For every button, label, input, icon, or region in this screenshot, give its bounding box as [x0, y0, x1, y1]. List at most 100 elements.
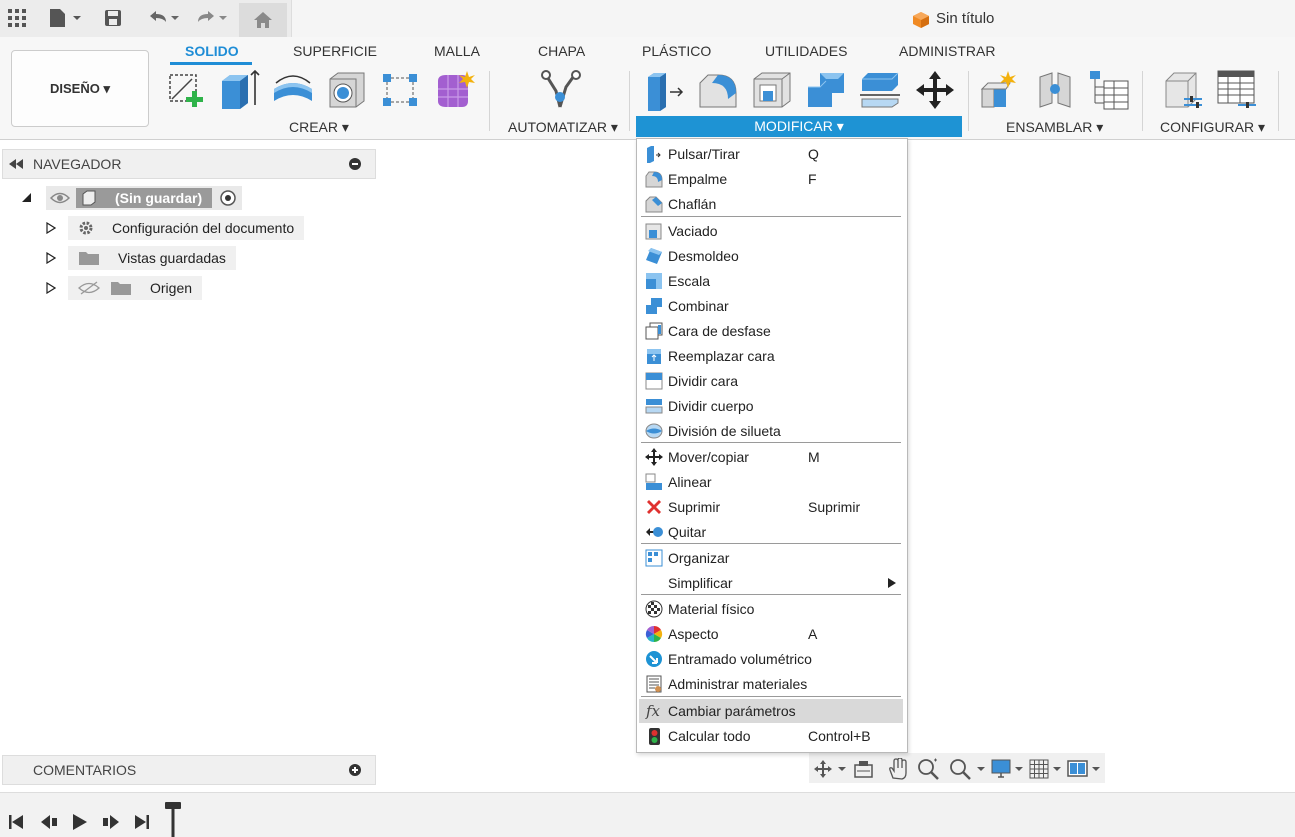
collapsed-triangle-icon[interactable]	[46, 282, 56, 294]
go-to-end-icon[interactable]	[134, 814, 150, 830]
tree-root-row[interactable]: (Sin guardar)	[22, 186, 242, 210]
save-icon[interactable]	[102, 6, 124, 30]
menu-separator	[641, 216, 901, 217]
menu-item-label: Entramado volumétrico	[668, 651, 812, 667]
tab-superficie[interactable]: SUPERFICIE	[293, 43, 377, 59]
workspace-switcher-button[interactable]: DISEÑO ▾	[11, 50, 149, 127]
configuration-table-icon[interactable]	[1216, 69, 1258, 111]
menu-item-arrange[interactable]: Organizar	[639, 546, 903, 570]
tab-solido[interactable]: SOLIDO	[185, 43, 239, 59]
active-radio-icon[interactable]	[218, 188, 238, 208]
assembly-tree-icon[interactable]	[1088, 69, 1130, 111]
menu-item-label: División de silueta	[668, 423, 781, 439]
automate-icon[interactable]	[540, 69, 582, 111]
fillet-tool-icon[interactable]	[698, 69, 740, 111]
menu-item-volumetric-lattice[interactable]: Entramado volumétrico	[639, 647, 903, 671]
go-to-start-icon[interactable]	[8, 814, 24, 830]
menu-item-align[interactable]: Alinear	[639, 470, 903, 494]
pattern-icon[interactable]	[380, 69, 422, 111]
group-configurar-label[interactable]: CONFIGURAR ▾	[1160, 119, 1265, 136]
tab-utilidades[interactable]: UTILIDADES	[765, 43, 847, 59]
menu-item-offset-face[interactable]: Cara de desfase	[639, 319, 903, 343]
extrude-icon[interactable]	[218, 69, 260, 111]
press-pull-tool-icon[interactable]	[644, 69, 686, 111]
menu-item-fx[interactable]: fx Cambiar parámetros	[639, 699, 903, 723]
menu-item-draft[interactable]: Desmoldeo	[639, 244, 903, 268]
file-menu-icon[interactable]	[46, 6, 86, 30]
split-body-tool-icon[interactable]	[860, 69, 902, 111]
menu-item-appearance[interactable]: Aspecto A	[639, 622, 903, 646]
viewports-icon[interactable]	[1067, 758, 1103, 780]
menu-item-move[interactable]: Mover/copiar M	[639, 445, 903, 469]
step-forward-icon[interactable]	[102, 814, 120, 830]
menu-item-remove[interactable]: Quitar	[639, 520, 903, 544]
menu-item-physical-material[interactable]: Material físico	[639, 597, 903, 621]
grid-settings-icon[interactable]	[1029, 758, 1065, 780]
tree-item-document-settings[interactable]: Configuración del documento	[46, 216, 305, 240]
navigator-header[interactable]: NAVEGADOR	[2, 149, 376, 179]
zoom-icon[interactable]	[917, 758, 941, 780]
timeline-marker-icon[interactable]	[164, 801, 182, 837]
collapse-panel-icon[interactable]	[9, 159, 23, 169]
menu-item-scale[interactable]: Escala	[639, 269, 903, 293]
menu-item-shortcut: Q	[808, 146, 819, 162]
play-icon[interactable]	[72, 813, 88, 831]
group-automatizar-label[interactable]: AUTOMATIZAR ▾	[508, 119, 618, 136]
move-tool-icon[interactable]	[914, 69, 956, 111]
menu-item-shortcut: F	[808, 171, 817, 187]
expanded-triangle-icon[interactable]	[22, 193, 32, 203]
tree-item-saved-views[interactable]: Vistas guardadas	[46, 246, 236, 270]
combine-tool-icon[interactable]	[806, 69, 848, 111]
menu-item-combine[interactable]: Combinar	[639, 294, 903, 318]
menu-item-delete[interactable]: Suprimir Suprimir	[639, 495, 903, 519]
document-tab[interactable]	[291, 0, 1295, 37]
undo-icon[interactable]	[144, 6, 184, 30]
visibility-eye-icon[interactable]	[50, 191, 70, 205]
revolve-icon[interactable]	[272, 69, 314, 111]
hidden-eye-icon[interactable]	[78, 280, 100, 296]
fit-zoom-icon[interactable]	[949, 758, 987, 780]
home-tab-icon[interactable]	[239, 3, 287, 37]
group-ensamblar-label[interactable]: ENSAMBLAR ▾	[1006, 119, 1103, 136]
add-circle-icon[interactable]	[349, 764, 361, 776]
redo-icon[interactable]	[192, 6, 232, 30]
menu-item-compute-all[interactable]: Calcular todo Control+B	[639, 724, 903, 748]
apps-grid-icon[interactable]	[6, 6, 28, 30]
menu-item-press-pull[interactable]: Pulsar/Tirar Q	[639, 142, 903, 166]
orbit-icon[interactable]	[813, 759, 849, 779]
menu-item-chamfer[interactable]: Chaflán	[639, 192, 903, 216]
root-component-label: (Sin guardar)	[115, 190, 203, 206]
configure-body-icon[interactable]	[1162, 69, 1204, 111]
menu-item-split-body[interactable]: Dividir cuerpo	[639, 394, 903, 418]
menu-item-fillet[interactable]: Empalme F	[639, 167, 903, 191]
new-component-icon[interactable]	[980, 69, 1022, 111]
minimize-circle-icon[interactable]	[349, 158, 361, 170]
create-form-icon[interactable]	[434, 69, 476, 111]
group-crear-label[interactable]: CREAR ▾	[289, 119, 349, 136]
tab-malla[interactable]: MALLA	[434, 43, 480, 59]
look-at-icon[interactable]	[853, 759, 875, 779]
pan-hand-icon[interactable]	[887, 758, 909, 780]
tab-chapa[interactable]: CHAPA	[538, 43, 585, 59]
menu-item-shell[interactable]: Vaciado	[639, 219, 903, 243]
display-settings-icon[interactable]	[991, 758, 1027, 780]
menu-item-manage-materials[interactable]: Administrar materiales	[639, 672, 903, 696]
menu-item-split-face[interactable]: Dividir cara	[639, 369, 903, 393]
joint-icon[interactable]	[1034, 69, 1076, 111]
menu-item-silhouette-split[interactable]: División de silueta	[639, 419, 903, 443]
step-back-icon[interactable]	[40, 814, 58, 830]
hole-icon[interactable]	[326, 69, 368, 111]
collapsed-triangle-icon[interactable]	[46, 252, 56, 264]
menu-item-shortcut: Suprimir	[808, 499, 861, 515]
menu-item-simplify[interactable]: Simplificar	[639, 571, 903, 595]
tree-item-origin[interactable]: Origen	[46, 276, 203, 300]
menu-item-replace-face[interactable]: Reemplazar cara	[639, 344, 903, 368]
comments-title: COMENTARIOS	[33, 762, 137, 778]
collapsed-triangle-icon[interactable]	[46, 222, 56, 234]
comments-panel-header[interactable]: COMENTARIOS	[2, 755, 376, 785]
tab-plastico[interactable]: PLÁSTICO	[642, 43, 711, 59]
shell-tool-icon[interactable]	[752, 69, 794, 111]
group-modificar-label[interactable]: MODIFICAR ▾	[636, 118, 962, 135]
tab-administrar[interactable]: ADMINISTRAR	[899, 43, 995, 59]
create-sketch-icon[interactable]	[166, 69, 208, 111]
